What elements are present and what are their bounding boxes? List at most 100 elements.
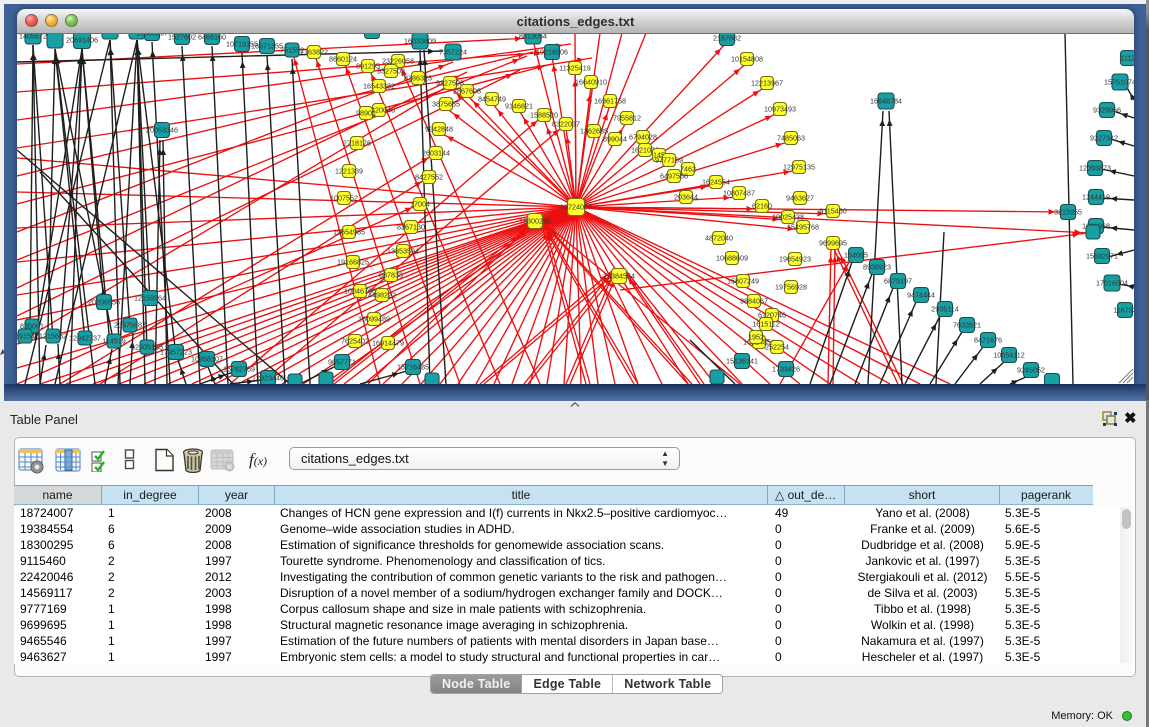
svg-text:39154: 39154 <box>17 331 35 340</box>
svg-text:8267130: 8267130 <box>397 222 425 231</box>
svg-text:12213967: 12213967 <box>751 78 783 87</box>
svg-text:9327503: 9327503 <box>377 66 405 75</box>
svg-text:12159964: 12159964 <box>134 293 166 302</box>
svg-text:9329966: 9329966 <box>1093 105 1121 114</box>
svg-text:15751074: 15751074 <box>1104 77 1134 86</box>
svg-text:8938923: 8938923 <box>863 262 891 271</box>
svg-text:19756928: 19756928 <box>775 282 807 291</box>
svg-text:19654985: 19654985 <box>333 227 365 236</box>
svg-text:164095: 164095 <box>844 250 868 259</box>
svg-text:1624554: 1624554 <box>702 177 730 186</box>
svg-text:10973493: 10973493 <box>764 104 796 113</box>
svg-text:10807487: 10807487 <box>723 188 755 197</box>
svg-text:12975135: 12975135 <box>783 162 815 171</box>
svg-text:17016504: 17016504 <box>1096 278 1128 287</box>
svg-text:6497568: 6497568 <box>660 171 688 180</box>
svg-text:9227342: 9227342 <box>1090 133 1118 142</box>
svg-text:10154808: 10154808 <box>731 54 763 63</box>
svg-text:1615112: 1615112 <box>752 319 779 328</box>
svg-text:9242848: 9242848 <box>425 124 453 133</box>
svg-text:1244419: 1244419 <box>1082 192 1110 201</box>
svg-text:8454749: 8454749 <box>478 94 506 103</box>
svg-text:1007552: 1007552 <box>330 193 358 202</box>
svg-text:13353594: 13353594 <box>387 246 419 255</box>
svg-text:1527602: 1527602 <box>168 33 196 41</box>
svg-text:9884067: 9884067 <box>740 296 768 305</box>
svg-text:9777169: 9777169 <box>655 155 683 164</box>
svg-text:8813054: 8813054 <box>519 33 547 40</box>
svg-text:98901: 98901 <box>356 108 376 117</box>
svg-text:7625402: 7625402 <box>341 336 369 345</box>
svg-text:1952: 1952 <box>748 332 764 341</box>
svg-text:7163822: 7163822 <box>300 47 328 56</box>
svg-text:12942737: 12942737 <box>69 333 101 342</box>
svg-text:2935114: 2935114 <box>931 304 958 313</box>
svg-text:20053346: 20053346 <box>146 125 178 134</box>
svg-text:19384554: 19384554 <box>603 271 635 280</box>
svg-text:2718176: 2718176 <box>343 138 371 147</box>
svg-text:19654923: 19654923 <box>779 254 811 263</box>
svg-text:8186323: 8186323 <box>404 73 432 82</box>
svg-text:8322037: 8322037 <box>552 119 580 128</box>
svg-text:9657771: 9657771 <box>328 357 356 366</box>
svg-text:16914479: 16914479 <box>372 338 404 347</box>
svg-text:20206556: 20206556 <box>88 297 120 306</box>
svg-text:12093873: 12093873 <box>1079 163 1111 172</box>
svg-text:1112: 1112 <box>1121 53 1134 62</box>
svg-text:9146821: 9146821 <box>505 101 533 110</box>
svg-text:10688609: 10688609 <box>716 253 748 262</box>
svg-text:8471676: 8471676 <box>974 335 1002 344</box>
svg-text:1215682: 1215682 <box>39 331 67 340</box>
svg-text:6794028: 6794028 <box>629 132 657 141</box>
svg-text:9115460: 9115460 <box>819 206 846 215</box>
svg-text:4872040: 4872040 <box>705 233 733 242</box>
svg-text:16648784: 16648784 <box>870 96 902 105</box>
svg-text:16782759: 16782759 <box>223 364 255 373</box>
svg-text:11325419: 11325419 <box>559 63 590 72</box>
svg-text:15495768: 15495768 <box>787 222 819 231</box>
svg-text:15807249: 15807249 <box>727 276 759 285</box>
svg-text:18300295: 18300295 <box>519 216 551 225</box>
svg-text:203644: 203644 <box>674 192 698 201</box>
svg-text:116753: 116753 <box>1113 305 1134 314</box>
svg-text:16033809: 16033809 <box>404 36 436 45</box>
svg-text:9474444: 9474444 <box>907 290 935 299</box>
svg-text:15692971: 15692971 <box>1086 251 1118 260</box>
svg-text:899044: 899044 <box>603 134 627 143</box>
svg-text:1221339: 1221339 <box>335 166 363 175</box>
svg-text:17957223: 17957223 <box>160 347 192 356</box>
svg-text:9245052: 9245052 <box>1017 365 1045 374</box>
svg-text:1405572: 1405572 <box>19 33 47 40</box>
svg-text:7357224: 7357224 <box>439 47 467 56</box>
svg-text:7955812: 7955812 <box>613 113 641 122</box>
svg-text:114519: 114519 <box>102 336 125 345</box>
svg-text:8660124: 8660124 <box>329 54 357 63</box>
svg-text:3215955: 3215955 <box>1054 207 1082 216</box>
svg-text:18724007: 18724007 <box>560 202 592 211</box>
svg-text:7632621: 7632621 <box>953 320 981 329</box>
svg-text:23975887: 23975887 <box>114 320 146 329</box>
svg-text:6466160: 6466160 <box>198 33 226 41</box>
svg-text:252254: 252254 <box>765 342 789 351</box>
svg-text:15716485: 15716485 <box>397 362 429 371</box>
svg-text:6879197: 6879197 <box>884 276 912 285</box>
svg-text:16543382: 16543382 <box>363 81 395 90</box>
svg-text:1733426: 1733426 <box>772 364 800 373</box>
svg-text:7485063: 7485063 <box>777 133 805 142</box>
svg-text:1588520: 1588520 <box>530 110 558 119</box>
svg-text:10958107: 10958107 <box>191 354 223 363</box>
svg-text:16671355: 16671355 <box>251 41 283 50</box>
svg-text:20691406: 20691406 <box>66 35 98 44</box>
svg-text:15136141: 15136141 <box>726 356 758 365</box>
svg-text:16640910: 16640910 <box>575 77 607 86</box>
svg-text:8427552: 8427552 <box>415 172 443 181</box>
svg-text:12923446: 12923446 <box>252 373 284 382</box>
svg-text:16961758: 16961758 <box>594 96 626 105</box>
svg-text:16099489: 16099489 <box>358 314 390 323</box>
svg-text:887833: 887833 <box>379 270 403 279</box>
svg-text:2867608: 2867608 <box>453 86 481 95</box>
svg-text:12505135: 12505135 <box>131 342 163 351</box>
svg-text:17004: 17004 <box>410 199 430 208</box>
svg-text:62160: 62160 <box>752 201 772 210</box>
svg-text:4498222: 4498222 <box>368 290 396 299</box>
